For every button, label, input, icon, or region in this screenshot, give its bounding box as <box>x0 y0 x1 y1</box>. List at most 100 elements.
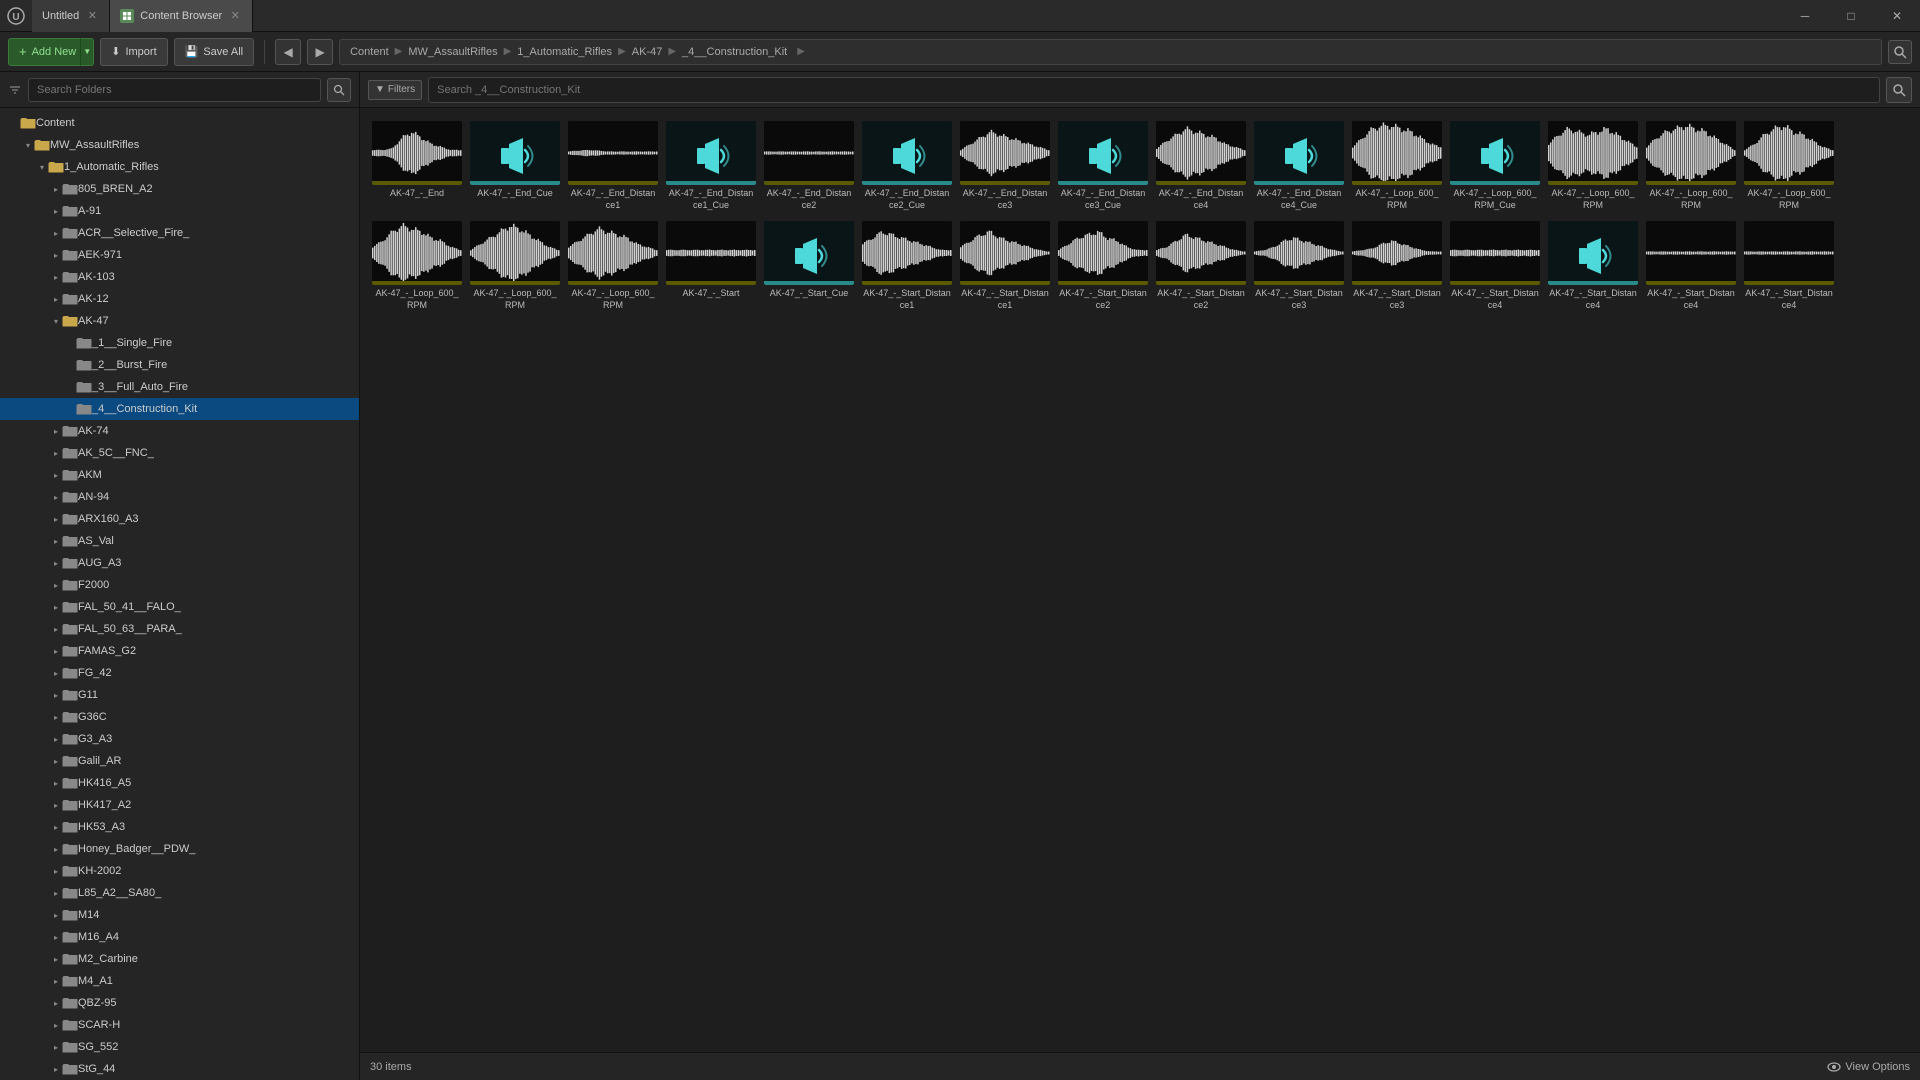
sidebar-item-ak-74[interactable]: ▸AK-74 <box>0 420 359 442</box>
sidebar-item-aek-971[interactable]: ▸AEK-971 <box>0 244 359 266</box>
sidebar-item-stg-44[interactable]: ▸StG_44 <box>0 1058 359 1080</box>
asset-item[interactable]: AK-47_-_End_Distance3 <box>958 118 1052 214</box>
minimize-button[interactable]: ─ <box>1782 0 1828 32</box>
asset-item[interactable]: AK-47_-_Start_Distance4 <box>1644 218 1738 314</box>
breadcrumb-kit[interactable]: _4__Construction_Kit <box>680 46 789 58</box>
sidebar-item-famas-g2[interactable]: ▸FAMAS_G2 <box>0 640 359 662</box>
asset-item[interactable]: AK-47_-_End <box>370 118 464 214</box>
sidebar-item-805-bren-a2[interactable]: ▸805_BREN_A2 <box>0 178 359 200</box>
asset-item[interactable]: AK-47_-_Start_Distance4 <box>1742 218 1836 314</box>
sidebar-item-fg-42[interactable]: ▸FG_42 <box>0 662 359 684</box>
asset-item[interactable]: AK-47_-_Start_Distance1 <box>958 218 1052 314</box>
sidebar-item-arx160-a3[interactable]: ▸ARX160_A3 <box>0 508 359 530</box>
sidebar-item-an-94[interactable]: ▸AN-94 <box>0 486 359 508</box>
untitled-tab-close[interactable]: ✕ <box>85 9 99 23</box>
sidebar-item-g3-a3[interactable]: ▸G3_A3 <box>0 728 359 750</box>
sidebar-item-hk416-a5[interactable]: ▸HK416_A5 <box>0 772 359 794</box>
content-filter-button[interactable]: ▼ Filters <box>368 80 422 100</box>
asset-item[interactable]: AK-47_-_End_Distance1_Cue <box>664 118 758 214</box>
sidebar-item-sg-552[interactable]: ▸SG_552 <box>0 1036 359 1058</box>
asset-item[interactable]: AK-47_-_Start_Distance2 <box>1056 218 1150 314</box>
asset-item[interactable]: AK-47_-_Start_Distance3 <box>1350 218 1444 314</box>
asset-item[interactable]: AK-47_-_Start <box>664 218 758 314</box>
sidebar-item-mw-assaultrifles[interactable]: ▾MW_AssaultRifles <box>0 134 359 156</box>
asset-item[interactable]: AK-47_-_Loop_600_RPM_Cue <box>1448 118 1542 214</box>
add-new-dropdown[interactable]: ▼ <box>80 38 94 66</box>
sidebar-search-input[interactable] <box>28 78 321 102</box>
content-search-button[interactable] <box>1886 77 1912 103</box>
content-browser-tab-close[interactable]: ✕ <box>228 9 242 23</box>
sidebar-item-m16-a4[interactable]: ▸M16_A4 <box>0 926 359 948</box>
sidebar-item-g36c[interactable]: ▸G36C <box>0 706 359 728</box>
sidebar-search-button[interactable] <box>327 78 351 102</box>
sidebar-item-a-91[interactable]: ▸A-91 <box>0 200 359 222</box>
sidebar-item-m4-a1[interactable]: ▸M4_A1 <box>0 970 359 992</box>
sidebar-item-ak-103[interactable]: ▸AK-103 <box>0 266 359 288</box>
sidebar-item--3--full-auto-fire[interactable]: _3__Full_Auto_Fire <box>0 376 359 398</box>
asset-item[interactable]: AK-47_-_Start_Distance4 <box>1448 218 1542 314</box>
asset-item[interactable]: AK-47_-_End_Distance1 <box>566 118 660 214</box>
sidebar-item-fal-50-41--falo-[interactable]: ▸FAL_50_41__FALO_ <box>0 596 359 618</box>
sidebar-item-f2000[interactable]: ▸F2000 <box>0 574 359 596</box>
asset-item[interactable]: AK-47_-_Start_Cue <box>762 218 856 314</box>
asset-item[interactable]: AK-47_-_Loop_600_RPM <box>1350 118 1444 214</box>
maximize-button[interactable]: □ <box>1828 0 1874 32</box>
breadcrumb-1ar[interactable]: 1_Automatic_Rifles <box>515 46 614 58</box>
sidebar-item-l85-a2--sa80-[interactable]: ▸L85_A2__SA80_ <box>0 882 359 904</box>
nav-forward-button[interactable]: ▶ <box>307 39 333 65</box>
expand-icon: ▾ <box>36 161 48 173</box>
asset-item[interactable]: AK-47_-_Loop_600_RPM <box>566 218 660 314</box>
sidebar-item-acr--selective-fire-[interactable]: ▸ACR__Selective_Fire_ <box>0 222 359 244</box>
asset-item[interactable]: AK-47_-_Start_Distance1 <box>860 218 954 314</box>
sidebar-item--2--burst-fire[interactable]: _2__Burst_Fire <box>0 354 359 376</box>
breadcrumb-content[interactable]: Content <box>348 46 391 58</box>
sidebar-item-hk417-a2[interactable]: ▸HK417_A2 <box>0 794 359 816</box>
import-button[interactable]: ⬇ Import <box>100 38 167 66</box>
content-browser-tab[interactable]: Content Browser ✕ <box>110 0 253 32</box>
sidebar-item-ak-47[interactable]: ▾AK-47 <box>0 310 359 332</box>
sidebar-item-honey-badger--pdw-[interactable]: ▸Honey_Badger__PDW_ <box>0 838 359 860</box>
view-options-button[interactable]: View Options <box>1827 1060 1910 1074</box>
asset-item[interactable]: AK-47_-_End_Distance4_Cue <box>1252 118 1346 214</box>
asset-item[interactable]: AK-47_-_End_Cue <box>468 118 562 214</box>
sidebar-item-m2-carbine[interactable]: ▸M2_Carbine <box>0 948 359 970</box>
asset-item[interactable]: AK-47_-_Start_Distance3 <box>1252 218 1346 314</box>
sidebar-item-galil-ar[interactable]: ▸Galil_AR <box>0 750 359 772</box>
sidebar-item-qbz-95[interactable]: ▸QBZ-95 <box>0 992 359 1014</box>
asset-item[interactable]: AK-47_-_Start_Distance4 <box>1546 218 1640 314</box>
sidebar-item--4--construction-kit[interactable]: _4__Construction_Kit <box>0 398 359 420</box>
sidebar-item-aug-a3[interactable]: ▸AUG_A3 <box>0 552 359 574</box>
asset-item[interactable]: AK-47_-_End_Distance2 <box>762 118 856 214</box>
sidebar-item-m14[interactable]: ▸M14 <box>0 904 359 926</box>
sidebar-item-kh-2002[interactable]: ▸KH-2002 <box>0 860 359 882</box>
asset-item[interactable]: AK-47_-_End_Distance2_Cue <box>860 118 954 214</box>
sidebar-item-content[interactable]: Content <box>0 112 359 134</box>
sidebar-item-as-val[interactable]: ▸AS_Val <box>0 530 359 552</box>
sidebar-item-fal-50-63--para-[interactable]: ▸FAL_50_63__PARA_ <box>0 618 359 640</box>
sidebar-item-scar-h[interactable]: ▸SCAR-H <box>0 1014 359 1036</box>
save-all-button[interactable]: 💾 Save All <box>174 38 254 66</box>
asset-item[interactable]: AK-47_-_End_Distance4 <box>1154 118 1248 214</box>
close-button[interactable]: ✕ <box>1874 0 1920 32</box>
sidebar-item-g11[interactable]: ▸G11 <box>0 684 359 706</box>
asset-item[interactable]: AK-47_-_Loop_600_RPM <box>370 218 464 314</box>
sidebar-item-akm[interactable]: ▸AKM <box>0 464 359 486</box>
asset-item[interactable]: AK-47_-_Loop_600_RPM <box>1546 118 1640 214</box>
nav-back-button[interactable]: ◀ <box>275 39 301 65</box>
sidebar-item-1-automatic-rifles[interactable]: ▾1_Automatic_Rifles <box>0 156 359 178</box>
asset-item[interactable]: AK-47_-_Loop_600_RPM <box>1644 118 1738 214</box>
sidebar-item-label: AK-12 <box>78 293 109 305</box>
breadcrumb-ak47[interactable]: AK-47 <box>630 46 665 58</box>
untitled-tab[interactable]: Untitled ✕ <box>32 0 110 32</box>
asset-item[interactable]: AK-47_-_Loop_600_RPM <box>468 218 562 314</box>
content-search-input[interactable] <box>428 77 1880 103</box>
add-new-button[interactable]: + Add New <box>8 38 87 66</box>
asset-item[interactable]: AK-47_-_Loop_600_RPM <box>1742 118 1836 214</box>
breadcrumb-mw[interactable]: MW_AssaultRifles <box>406 46 499 58</box>
sidebar-item-ak-5c--fnc-[interactable]: ▸AK_5C__FNC_ <box>0 442 359 464</box>
asset-item[interactable]: AK-47_-_Start_Distance2 <box>1154 218 1248 314</box>
sidebar-item-hk53-a3[interactable]: ▸HK53_A3 <box>0 816 359 838</box>
sidebar-item-ak-12[interactable]: ▸AK-12 <box>0 288 359 310</box>
sidebar-item--1--single-fire[interactable]: _1__Single_Fire <box>0 332 359 354</box>
asset-item[interactable]: AK-47_-_End_Distance3_Cue <box>1056 118 1150 214</box>
